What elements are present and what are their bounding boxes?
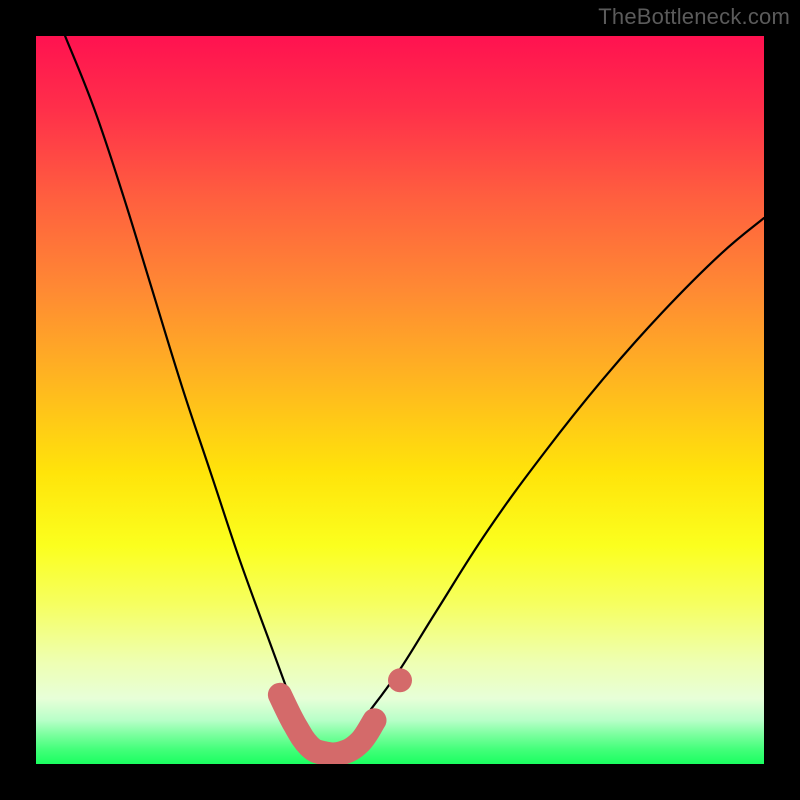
watermark-text: TheBottleneck.com [598, 4, 790, 30]
heat-gradient-background [36, 36, 764, 764]
chart-frame: TheBottleneck.com [0, 0, 800, 800]
plot-area [36, 36, 764, 764]
